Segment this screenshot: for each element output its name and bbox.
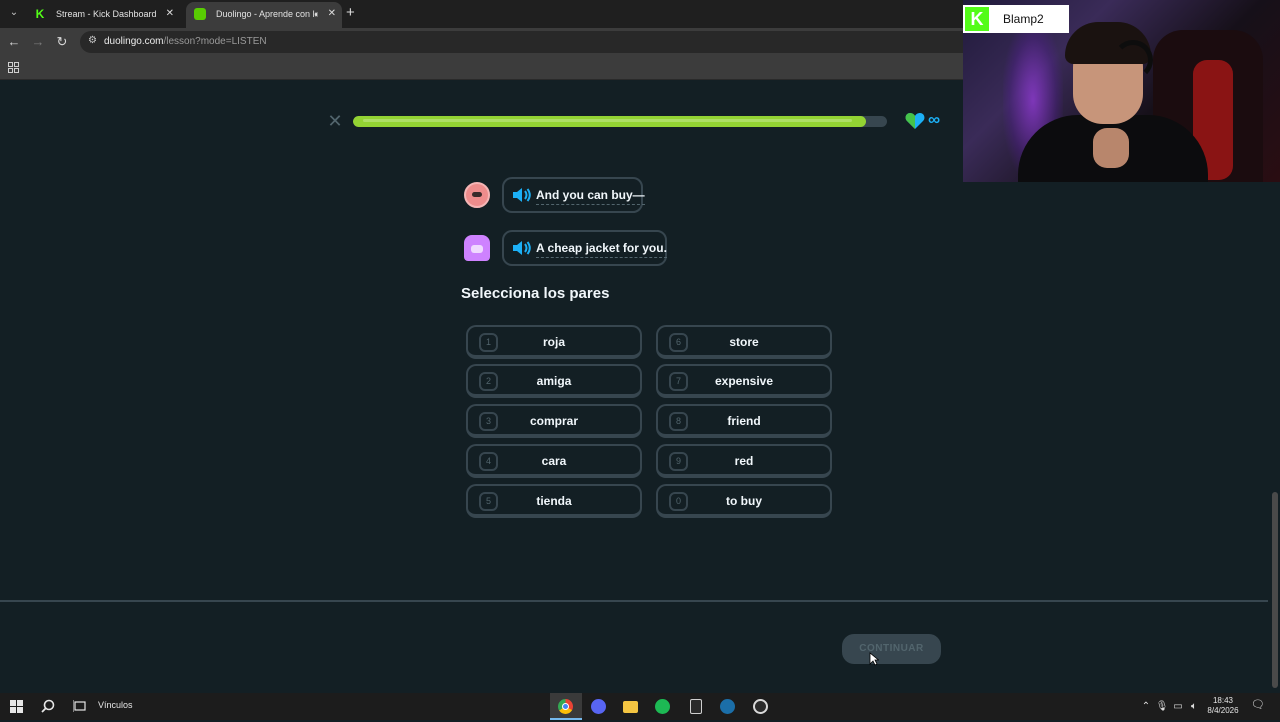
site-settings-icon[interactable]: ⚙ (88, 35, 100, 47)
steam-taskbar-icon[interactable] (712, 693, 744, 720)
dialogue-text: A cheap jacket for you. (536, 241, 667, 258)
kick-logo-icon: K (965, 7, 989, 31)
epic-games-taskbar-icon[interactable] (680, 693, 712, 720)
notifications-icon[interactable]: 🗨︎ (1250, 698, 1266, 714)
pair-option-store[interactable]: 6 store (656, 325, 832, 359)
pair-option-roja[interactable]: 1 roja (466, 325, 642, 359)
tab-close-icon[interactable]: ✕ (166, 2, 174, 26)
clock-date: 8/4/2026 (1207, 706, 1239, 715)
back-icon[interactable]: ← (6, 33, 22, 51)
pair-option-to-buy[interactable]: 0 to buy (656, 484, 832, 518)
webcam-overlay: K Blamp2 (963, 0, 1280, 182)
url-path: /lesson?mode=LISTEN (163, 36, 267, 47)
forward-icon[interactable]: → (30, 33, 46, 51)
option-word: store (729, 335, 759, 349)
option-word: red (734, 454, 754, 468)
option-word: tienda (536, 494, 572, 508)
option-word: roja (542, 335, 565, 349)
heart-icon (905, 113, 925, 129)
close-lesson-icon[interactable]: ✕ (326, 112, 344, 130)
url-text: duolingo.com/lesson?mode=LISTEN (104, 36, 267, 47)
spotify-taskbar-icon[interactable] (647, 693, 679, 720)
streamer-username: Blamp2 (1003, 12, 1044, 26)
file-explorer-taskbar-icon[interactable] (615, 693, 647, 720)
webcam-headset (1113, 40, 1153, 80)
reload-icon[interactable]: ↻ (54, 33, 70, 51)
pair-option-amiga[interactable]: 2 amiga (466, 364, 642, 398)
url-field[interactable]: ⚙ duolingo.com/lesson?mode=LISTEN (80, 31, 980, 53)
dialogue-text: And you can buy— (536, 188, 645, 205)
progress-shine (363, 119, 852, 122)
infinite-lives: ∞ (928, 110, 941, 129)
webcam-streamer-hand (1093, 128, 1129, 168)
tray-overflow-icon[interactable]: ⌃ (1138, 693, 1154, 720)
network-icon[interactable]: ▭ (1170, 693, 1186, 720)
tab-kick-dashboard[interactable]: K Stream - Kick Dashboard ✕ (26, 2, 180, 28)
apps-grid-icon[interactable] (8, 62, 19, 73)
hearts-counter: ∞ (905, 110, 945, 130)
option-word: cara (541, 454, 567, 468)
option-word: comprar (529, 414, 579, 428)
footer-divider (0, 600, 1268, 602)
pair-option-cara[interactable]: 4 cara (466, 444, 642, 478)
speaker-icon[interactable] (512, 187, 532, 203)
speech-bubble-2[interactable]: A cheap jacket for you. (502, 230, 667, 266)
lesson-progress-bar (353, 116, 887, 127)
pair-option-comprar[interactable]: 3 comprar (466, 404, 642, 438)
option-word: friend (727, 414, 761, 428)
pair-option-friend[interactable]: 8 friend (656, 404, 832, 438)
pair-option-expensive[interactable]: 7 expensive (656, 364, 832, 398)
option-word: amiga (536, 374, 572, 388)
windows-start-icon[interactable] (0, 693, 32, 720)
mouse-cursor-icon (869, 652, 879, 666)
tab-search-icon[interactable]: ⌄ (6, 5, 22, 21)
new-tab-button[interactable]: + (346, 4, 355, 21)
tab-close-icon[interactable]: ✕ (328, 2, 336, 26)
pair-option-tienda[interactable]: 5 tienda (466, 484, 642, 518)
taskbar-clock[interactable]: 18:43 8/4/2026 (1200, 696, 1246, 716)
streamer-name-label: K Blamp2 (963, 5, 1069, 33)
purple-character-avatar (464, 235, 490, 261)
chrome-taskbar-icon[interactable] (550, 693, 582, 720)
tab-audio-icon[interactable]: 🔈︎ (315, 2, 320, 26)
taskbar-links-toolbar[interactable]: Vínculos (98, 700, 133, 710)
tab-title: Duolingo - Aprende con lecciones (216, 9, 316, 19)
task-view-icon[interactable] (64, 693, 96, 720)
exercise-prompt: Selecciona los pares (461, 285, 610, 302)
option-word: to buy (726, 494, 762, 508)
microphone-icon[interactable]: 🎙︎ (1154, 693, 1170, 720)
obs-taskbar-icon[interactable] (745, 693, 777, 720)
url-host: duolingo.com (104, 36, 164, 47)
windows-taskbar: Vínculos ⌃ 🎙︎ ▭ 🔈︎ 18:43 8/4/2026 🗨︎ (0, 693, 1280, 720)
tab-duolingo[interactable]: Duolingo - Aprende con lecciones 🔈︎ ✕ (186, 2, 342, 28)
kick-favicon-icon: K (35, 7, 45, 21)
red-character-avatar (464, 182, 490, 208)
taskbar-search-icon[interactable] (32, 693, 64, 720)
tab-title: Stream - Kick Dashboard (56, 9, 156, 19)
duolingo-favicon-icon (194, 8, 206, 20)
speech-bubble-1[interactable]: And you can buy— (502, 177, 645, 213)
clock-time: 18:43 (1212, 696, 1234, 705)
scrollbar-thumb[interactable] (1272, 492, 1278, 688)
option-word: expensive (714, 374, 774, 388)
continue-button[interactable]: CONTINUAR (842, 634, 941, 664)
pair-option-red[interactable]: 9 red (656, 444, 832, 478)
discord-taskbar-icon[interactable] (583, 693, 615, 720)
speaker-icon[interactable] (512, 240, 532, 256)
